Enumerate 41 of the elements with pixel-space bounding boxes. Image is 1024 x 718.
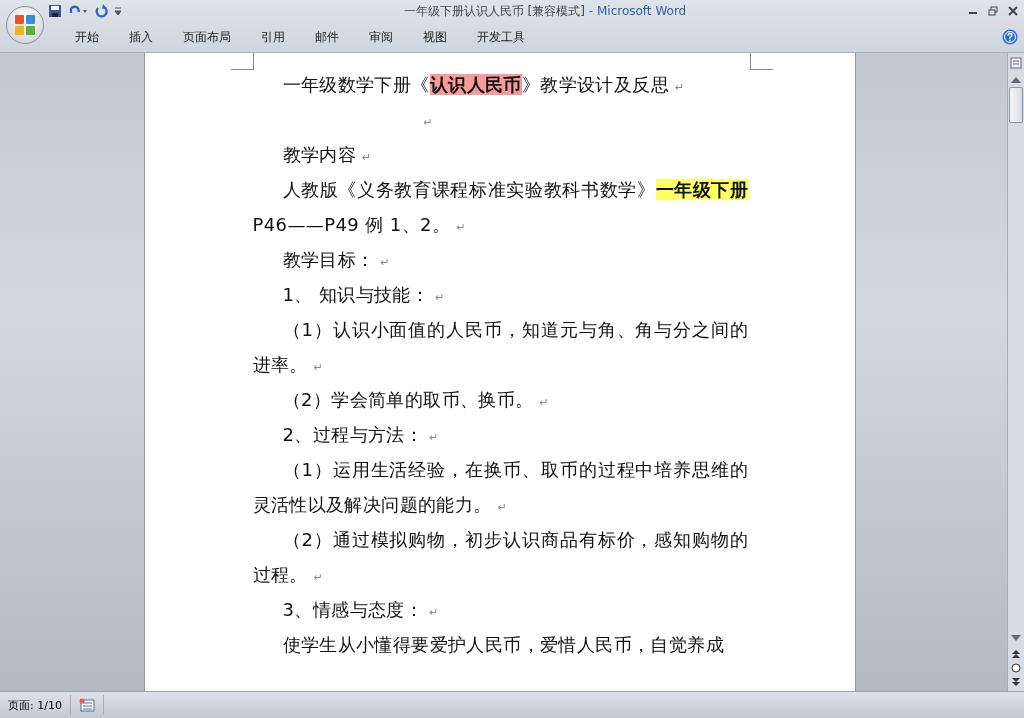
paragraph: 3、情感与态度： ↵ <box>281 598 440 622</box>
paragraph: （1）运用生活经验，在换币、取币的过程中培养思维的灵活性以及解决问题的能力。 ↵ <box>252 458 749 517</box>
close-icon[interactable] <box>1008 6 1018 16</box>
ruler-toggle-icon[interactable] <box>1010 57 1022 69</box>
next-page-icon[interactable] <box>1011 677 1021 687</box>
save-icon[interactable] <box>48 4 62 18</box>
ribbon-tab[interactable]: 页面布局 <box>168 25 246 49</box>
paragraph: 使学生从小懂得要爱护人民币，爱惜人民币，自觉养成 <box>281 633 726 657</box>
ribbon-tab[interactable]: 引用 <box>246 25 300 49</box>
ribbon-tab[interactable]: 插入 <box>114 25 168 49</box>
paragraph: 教学目标： ↵ <box>281 248 392 272</box>
paragraph: 1、 知识与技能： ↵ <box>281 283 446 307</box>
window-title: 一年级下册认识人民币 [兼容模式] - Microsoft Word <box>402 2 688 20</box>
crop-mark <box>230 53 254 70</box>
paragraph: 教学内容 ↵ <box>281 143 373 167</box>
crop-mark <box>749 53 773 70</box>
vertical-scrollbar[interactable] <box>1007 53 1024 691</box>
customize-toolbar-icon[interactable] <box>114 6 122 16</box>
paragraph: （2）通过模拟购物，初步认识商品有标价，感知购物的过程。 ↵ <box>252 528 749 587</box>
ribbon-tab[interactable]: 开发工具 <box>462 25 540 49</box>
scroll-down-icon[interactable] <box>1011 635 1021 641</box>
paragraph: 2、过程与方法： ↵ <box>281 423 440 447</box>
ribbon-tab[interactable]: 视图 <box>408 25 462 49</box>
restore-icon[interactable] <box>988 6 998 16</box>
spelling-check-icon[interactable] <box>78 698 95 712</box>
scroll-thumb[interactable] <box>1009 87 1023 123</box>
page-indicator[interactable]: 页面: 1/10 <box>0 695 71 715</box>
paragraph: 人教版《义务教育课程标准实验教科书数学》一年级下册 P46——P49 例 1、2。 ↵ <box>252 178 749 237</box>
help-icon[interactable] <box>1002 29 1018 45</box>
paragraph: （1）认识小面值的人民币，知道元与角、角与分之间的进率。 ↵ <box>252 318 749 377</box>
paragraph: 一年级数学下册《认识人民币》教学设计及反思 ↵ <box>281 73 686 97</box>
scroll-up-icon[interactable] <box>1011 77 1021 83</box>
browse-object-icon[interactable] <box>1011 663 1021 673</box>
redo-icon[interactable] <box>94 4 108 18</box>
ribbon-tab[interactable]: 审阅 <box>354 25 408 49</box>
paragraph-mark: ↵ <box>422 115 435 131</box>
previous-page-icon[interactable] <box>1011 649 1021 659</box>
office-logo-icon <box>14 14 36 36</box>
ribbon-tab[interactable]: 开始 <box>60 25 114 49</box>
paragraph: （2）学会简单的取币、换币。 ↵ <box>281 388 551 412</box>
ribbon-tab[interactable]: 邮件 <box>300 25 354 49</box>
